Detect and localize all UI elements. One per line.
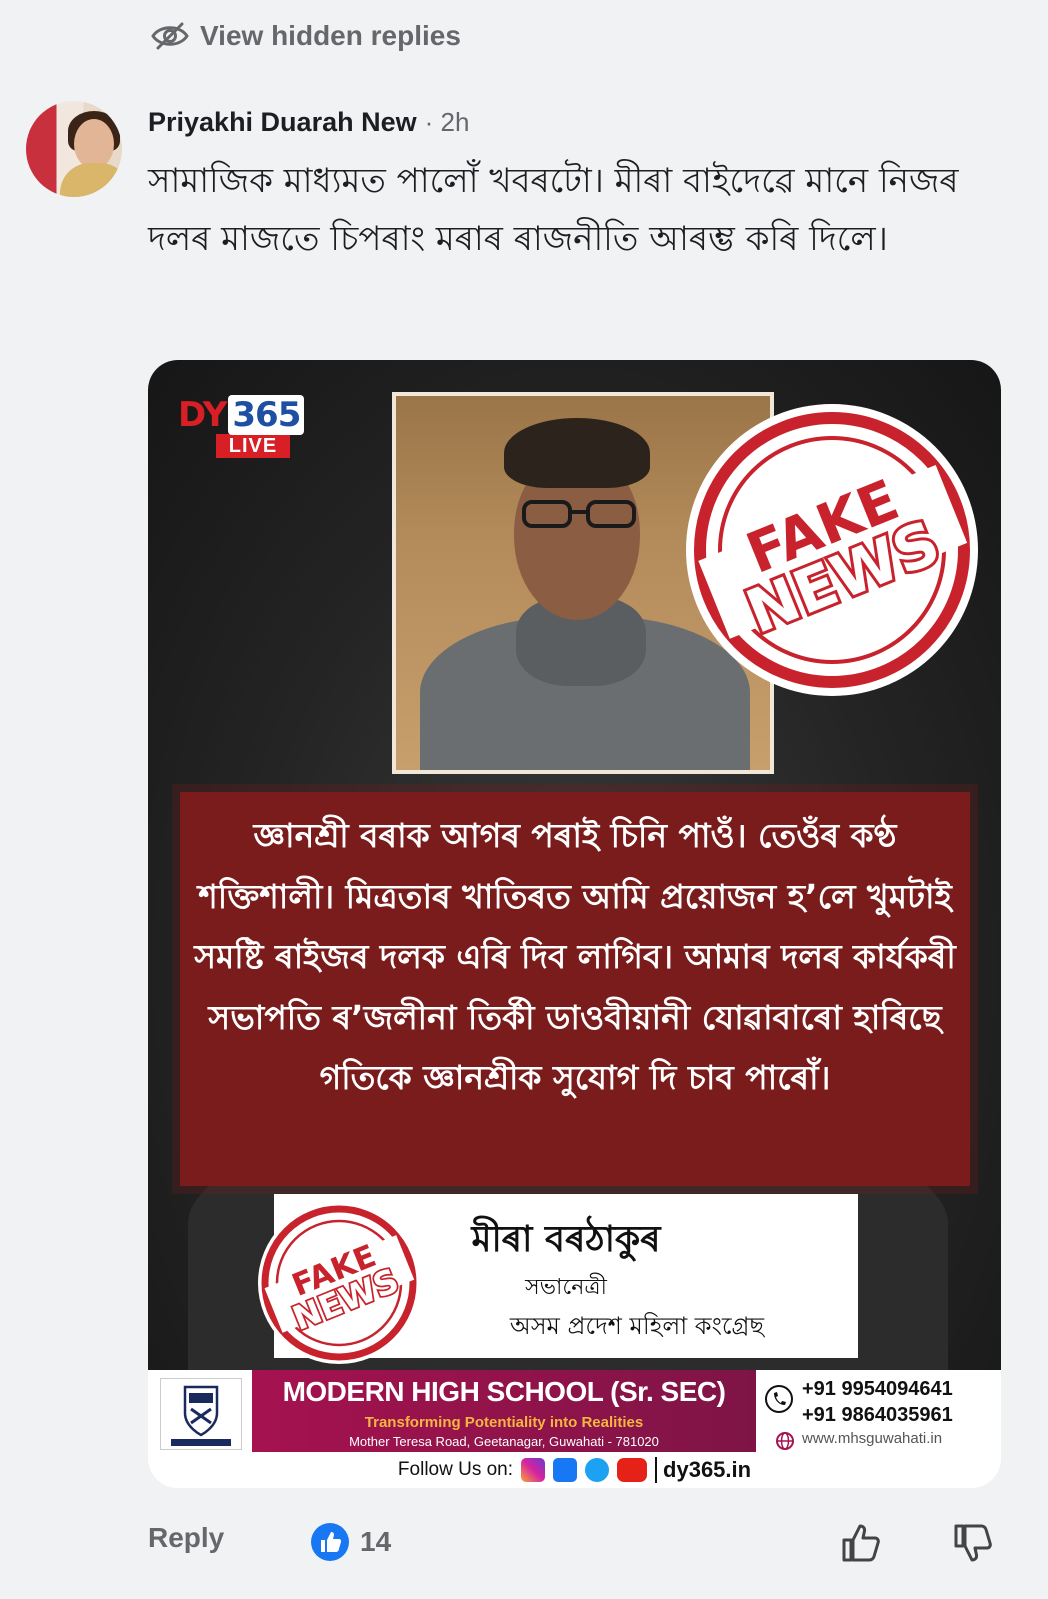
logo-number-text: 365 [228, 395, 305, 435]
portrait-glasses [522, 500, 636, 528]
reply-button[interactable]: Reply [148, 1522, 224, 1554]
phone-icon [765, 1385, 793, 1413]
quote-text: জ্ঞানশ্ৰী বৰাক আগৰ পৰাই চিনি পাওঁ। তেওঁৰ… [194, 816, 956, 1097]
school-tagline: Transforming Potentiality into Realities [364, 1414, 644, 1431]
comment-timestamp[interactable]: · 2h [425, 107, 470, 138]
logo-live-text: LIVE [216, 434, 290, 458]
dy365-logo: DY 365 LIVE [178, 395, 328, 458]
logo-dy-text: DY [178, 395, 227, 435]
reaction-summary[interactable]: 14 [310, 1522, 391, 1562]
eye-slash-icon [151, 22, 189, 50]
school-ad-banner: MODERN HIGH SCHOOL (Sr. SEC) Transformin… [252, 1370, 756, 1452]
thumbs-down-icon[interactable] [950, 1520, 996, 1566]
school-crest-icon [160, 1378, 242, 1450]
school-address: Mother Teresa Road, Geetanagar, Guwahati… [349, 1434, 659, 1449]
news-graphic: DY 365 LIVE FAKE NEWS জ্ঞানশ্ৰী বৰাক আগৰ… [148, 360, 1001, 1380]
view-hidden-replies-button[interactable]: View hidden replies [150, 18, 461, 54]
view-hidden-replies-label: View hidden replies [200, 20, 461, 51]
commenter-name[interactable]: Priyakhi Duarah New [148, 107, 417, 138]
comment-header: Priyakhi Duarah New · 2h [148, 102, 469, 142]
avatar[interactable] [26, 101, 122, 197]
avatar-body [60, 163, 122, 197]
school-name: MODERN HIGH SCHOOL (Sr. SEC) [282, 1376, 726, 1407]
fake-news-stamp-large: FAKE NEWS [684, 402, 980, 698]
youtube-icon [617, 1458, 648, 1482]
follow-domain: dy365.in [655, 1457, 751, 1483]
fake-news-stamp-small: FAKE NEWS [256, 1200, 422, 1366]
shared-image-card[interactable]: DY 365 LIVE FAKE NEWS জ্ঞানশ্ৰী বৰাক আগৰ… [148, 360, 1001, 1488]
school-website: www.mhsguwahati.in [802, 1430, 943, 1447]
quote-banner: জ্ঞানশ্ৰী বৰাক আগৰ পৰাই চিনি পাওঁ। তেওঁৰ… [180, 792, 970, 1186]
school-phone-2: +91 9864035961 [802, 1404, 953, 1426]
comment-body: সামাজিক মাধ্যমত পালোঁ খবৰটো। মীৰা বাইদেৱ… [148, 161, 959, 259]
avatar-face [74, 119, 114, 169]
portrait-hair [504, 418, 650, 488]
like-reaction-icon [311, 1523, 349, 1561]
follow-label: Follow Us on: [397, 1459, 514, 1480]
school-contact: +91 9954094641 +91 9864035961 www.mhsguw… [762, 1376, 998, 1452]
reaction-count: 14 [360, 1526, 392, 1557]
globe-icon [776, 1432, 794, 1450]
instagram-icon [521, 1458, 546, 1482]
twitter-icon [585, 1458, 610, 1482]
school-phone-1: +91 9954094641 [802, 1378, 953, 1400]
school-ad-strip: MODERN HIGH SCHOOL (Sr. SEC) Transformin… [148, 1370, 1001, 1452]
signatory-organization: অসম প্ৰদেশ মহিলা কংগ্ৰেছ [509, 1312, 765, 1340]
thumbs-up-icon[interactable] [838, 1520, 884, 1566]
follow-us-bar: Follow Us on: dy365.in [148, 1452, 1001, 1488]
facebook-icon [553, 1458, 578, 1482]
